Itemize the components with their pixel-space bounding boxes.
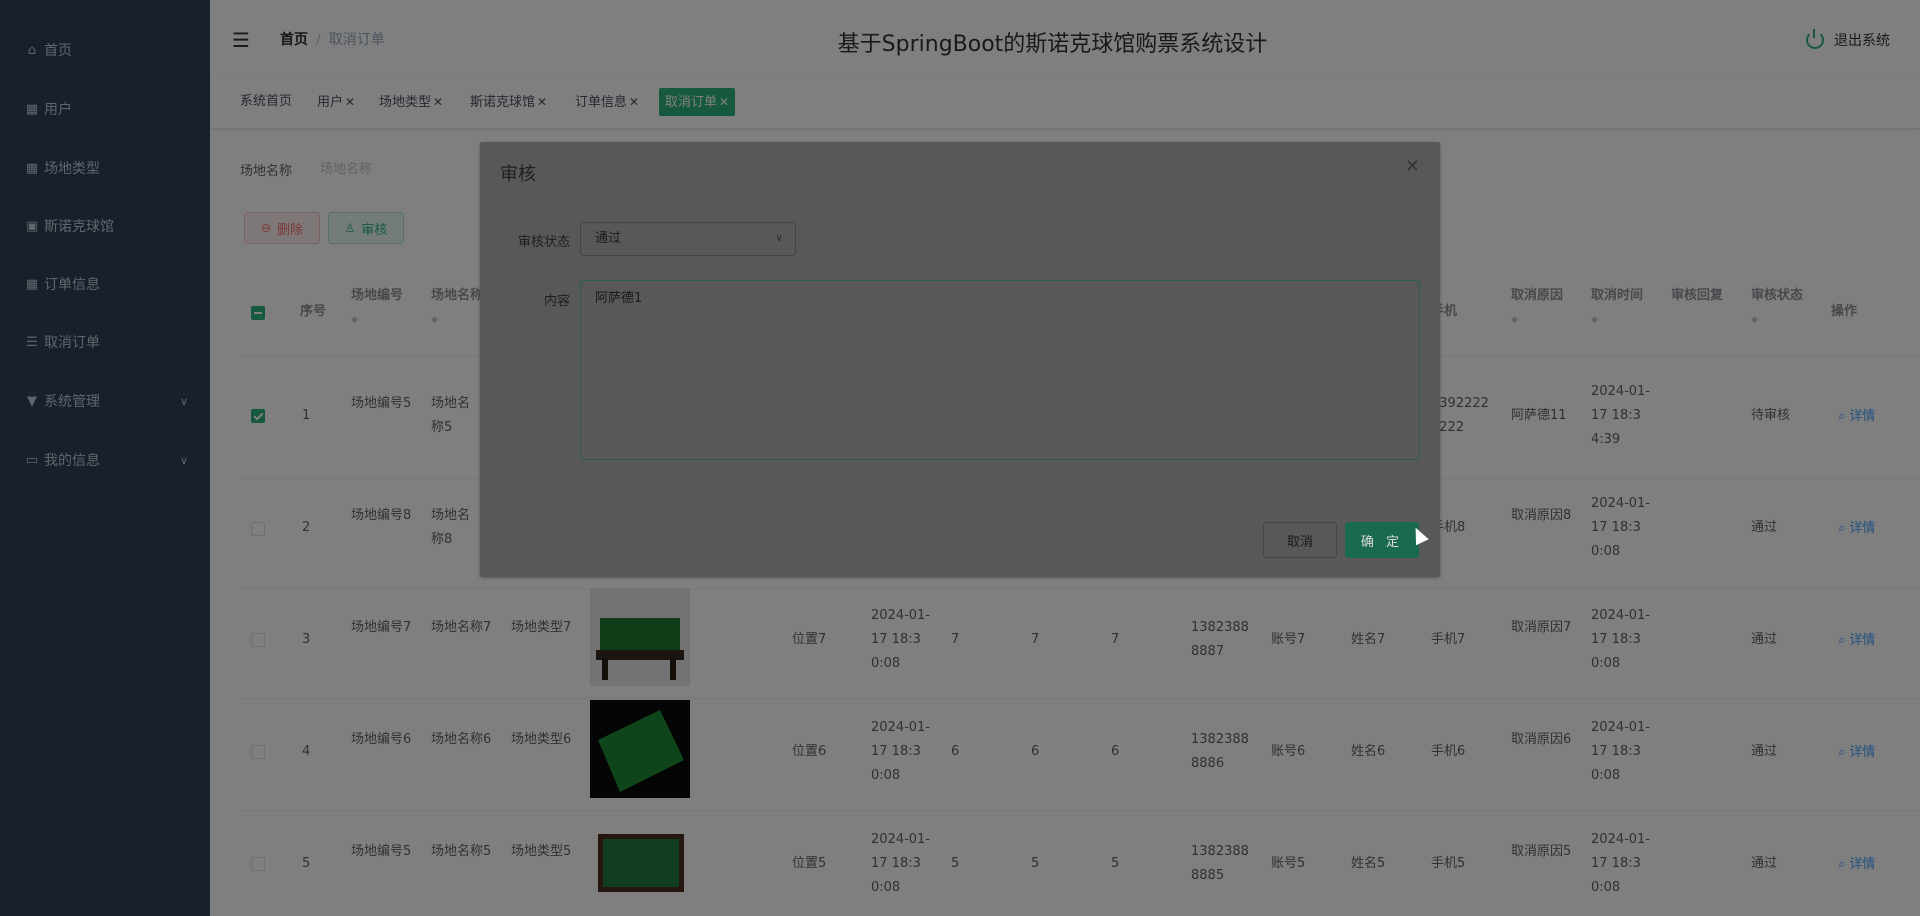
dialog-title: 审核: [500, 164, 536, 185]
confirm-button[interactable]: 确 定: [1345, 522, 1419, 558]
content-textarea[interactable]: 阿萨德1: [580, 280, 1420, 460]
status-select[interactable]: 通过 ∨: [580, 222, 796, 256]
audit-dialog: 审核 ✕ 审核状态 通过 ∨ 内容 阿萨德1 取消 确 定: [480, 142, 1440, 577]
content-label: 内容: [543, 294, 570, 309]
cancel-button[interactable]: 取消: [1263, 522, 1337, 558]
close-icon[interactable]: ✕: [1405, 156, 1420, 177]
chevron-down-icon: ∨: [775, 233, 783, 244]
status-label: 审核状态: [517, 235, 570, 250]
